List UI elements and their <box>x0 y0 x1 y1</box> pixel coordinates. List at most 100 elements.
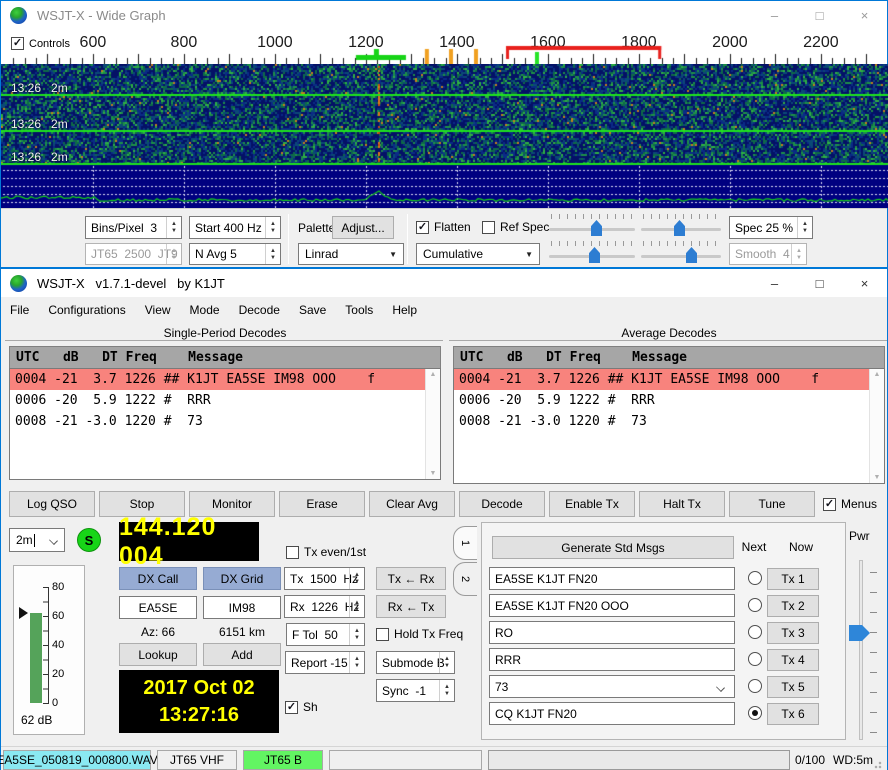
resize-grip[interactable] <box>874 759 884 769</box>
menu-file[interactable]: File <box>10 303 29 317</box>
minimize-button[interactable]: – <box>752 1 797 29</box>
menu-mode[interactable]: Mode <box>190 303 220 317</box>
average-decodes-list[interactable]: 0004 -21 3.7 1226 ## K1JT EA5SE IM98 OOO… <box>453 368 885 484</box>
f-tol-spinner[interactable]: F Tol 50▲▼ <box>286 623 365 646</box>
submode-spinner[interactable]: Submode B▲▼ <box>376 651 455 674</box>
main-titlebar[interactable]: WSJT-X v1.7.1-devel by K1JT – □ × <box>1 269 887 297</box>
tx3-now-button[interactable]: Tx 3 <box>767 622 819 644</box>
tx2-next-radio[interactable] <box>748 598 762 612</box>
decode-row[interactable]: 0004 -21 3.7 1226 ## K1JT EA5SE IM98 OOO… <box>10 369 440 390</box>
tx-even-checkbox[interactable]: ✓ <box>286 546 299 559</box>
decode-row[interactable]: 0004 -21 3.7 1226 ## K1JT EA5SE IM98 OOO… <box>454 369 884 390</box>
display-mode-combo[interactable]: Cumulative▼ <box>416 243 540 265</box>
bins-pixel-spinner[interactable]: Bins/Pixel 3 ▲▼ <box>85 216 182 239</box>
hold-tx-freq-checkbox[interactable]: ✓ <box>376 628 389 641</box>
tx5-now-button[interactable]: Tx 5 <box>767 676 819 698</box>
tx2-now-button[interactable]: Tx 2 <box>767 595 819 617</box>
waterfall-gain-slider[interactable] <box>549 213 635 239</box>
band-combo[interactable]: 2m <box>9 528 65 552</box>
tx1-next-radio[interactable] <box>748 571 762 585</box>
menu-view[interactable]: View <box>145 303 171 317</box>
tx3-message-field[interactable]: RO <box>489 621 735 644</box>
close-button[interactable]: × <box>842 269 887 297</box>
tx1-now-button[interactable]: Tx 1 <box>767 568 819 590</box>
spec-percent-spinner[interactable]: Spec 25 % ▲▼ <box>729 216 813 239</box>
flatten-checkbox[interactable]: ✓ <box>416 221 429 234</box>
add-button[interactable]: Add <box>203 643 281 666</box>
tx3-next-radio[interactable] <box>748 625 762 639</box>
rx-from-tx-button[interactable]: Rx ← Tx <box>376 595 446 618</box>
hold-tx-freq-checkbox-group[interactable]: ✓ Hold Tx Freq <box>376 627 463 641</box>
tx5-next-radio[interactable] <box>748 679 762 693</box>
tx4-now-button[interactable]: Tx 4 <box>767 649 819 671</box>
single-decodes-list[interactable]: 0004 -21 3.7 1226 ## K1JT EA5SE IM98 OOO… <box>9 368 441 480</box>
menu-help[interactable]: Help <box>392 303 417 317</box>
start-hz-spinner[interactable]: Start 400 Hz ▲▼ <box>189 216 281 239</box>
tab-messages-2[interactable]: 2 <box>453 562 477 596</box>
menu-tools[interactable]: Tools <box>345 303 373 317</box>
pwr-slider-track[interactable] <box>859 560 863 740</box>
ref-spec-checkbox[interactable]: ✓ <box>482 221 495 234</box>
menus-checkbox[interactable]: ✓ <box>823 498 836 511</box>
tx2-message-field[interactable]: EA5SE K1JT FN20 OOO <box>489 594 735 617</box>
tab-messages-1[interactable]: 1 <box>453 526 477 560</box>
menu-decode[interactable]: Decode <box>239 303 280 317</box>
decode-row[interactable]: 0008 -21 -3.0 1220 # 73 <box>454 411 884 432</box>
dx-grid-button[interactable]: DX Grid <box>203 567 281 590</box>
halt-tx-button[interactable]: Halt Tx <box>639 491 725 517</box>
tx-from-rx-button[interactable]: Tx ← Rx <box>376 567 446 590</box>
palette-combo[interactable]: Linrad▼ <box>298 243 404 265</box>
frequency-scale[interactable] <box>1 40 888 64</box>
maximize-button[interactable]: □ <box>797 1 842 29</box>
rig-status-indicator[interactable]: S <box>77 528 101 552</box>
n-avg-spinner[interactable]: N Avg 5 ▲▼ <box>189 243 281 265</box>
tune-button[interactable]: Tune <box>729 491 815 517</box>
wide-graph-titlebar[interactable]: WSJT-X - Wide Graph – □ × <box>1 1 887 29</box>
maximize-button[interactable]: □ <box>797 269 842 297</box>
log-qso-button[interactable]: Log QSO <box>9 491 95 517</box>
pwr-slider-thumb[interactable] <box>849 625 870 641</box>
tx6-next-radio[interactable] <box>748 706 762 720</box>
tx5-message-combo[interactable]: 73 <box>489 675 735 698</box>
palette-adjust-button[interactable]: Adjust... <box>332 216 394 239</box>
scrollbar[interactable]: ▲▼ <box>869 369 884 483</box>
tx6-now-button[interactable]: Tx 6 <box>767 703 819 725</box>
waterfall-zero-slider[interactable] <box>641 213 721 239</box>
dx-call-button[interactable]: DX Call <box>119 567 197 590</box>
menu-save[interactable]: Save <box>299 303 326 317</box>
enable-tx-button[interactable]: Enable Tx <box>549 491 635 517</box>
decode-row[interactable]: 0006 -20 5.9 1222 # RRR <box>10 390 440 411</box>
tx6-message-field[interactable]: CQ K1JT FN20 <box>489 702 735 725</box>
sync-spinner[interactable]: Sync -1▲▼ <box>376 679 455 702</box>
spec-gain-slider[interactable] <box>549 240 635 266</box>
erase-button[interactable]: Erase <box>279 491 365 517</box>
minimize-button[interactable]: – <box>752 269 797 297</box>
sh-checkbox[interactable]: ✓ <box>285 701 298 714</box>
lookup-button[interactable]: Lookup <box>119 643 197 666</box>
generate-std-msgs-button[interactable]: Generate Std Msgs <box>492 536 734 559</box>
tx1-message-field[interactable]: EA5SE K1JT FN20 <box>489 567 735 590</box>
sh-checkbox-group[interactable]: ✓ Sh <box>285 700 318 714</box>
scrollbar[interactable]: ▲▼ <box>425 369 440 479</box>
menu-configurations[interactable]: Configurations <box>48 303 125 317</box>
dx-call-field[interactable]: EA5SE <box>119 596 197 619</box>
decode-row[interactable]: 0008 -21 -3.0 1220 # 73 <box>10 411 440 432</box>
spec-zero-slider[interactable] <box>641 240 721 266</box>
decode-row[interactable]: 0006 -20 5.9 1222 # RRR <box>454 390 884 411</box>
rx-freq-spinner[interactable]: Rx 1226 Hz▲▼ <box>284 595 365 618</box>
tx4-message-field[interactable]: RRR <box>489 648 735 671</box>
menus-checkbox-group[interactable]: ✓ Menus <box>823 497 877 511</box>
report-spinner[interactable]: Report -15▲▼ <box>285 651 365 674</box>
tx4-next-radio[interactable] <box>748 652 762 666</box>
flatten-checkbox-group[interactable]: ✓ Flatten <box>416 220 471 234</box>
tx-freq-spinner[interactable]: Tx 1500 Hz▲▼ <box>284 567 365 590</box>
jt65-jt9-spinner[interactable]: JT65 2500 JT9 ▲▼ <box>85 243 182 265</box>
clear-avg-button[interactable]: Clear Avg <box>369 491 455 517</box>
dx-grid-field[interactable]: IM98 <box>203 596 281 619</box>
ref-spec-checkbox-group[interactable]: ✓ Ref Spec <box>482 220 549 234</box>
decode-button[interactable]: Decode <box>459 491 545 517</box>
tx-even-checkbox-group[interactable]: ✓ Tx even/1st <box>286 545 366 559</box>
waterfall-display[interactable] <box>1 64 888 208</box>
close-button[interactable]: × <box>842 1 887 29</box>
smooth-spinner[interactable]: Smooth 4 ▲▼ <box>729 243 807 265</box>
